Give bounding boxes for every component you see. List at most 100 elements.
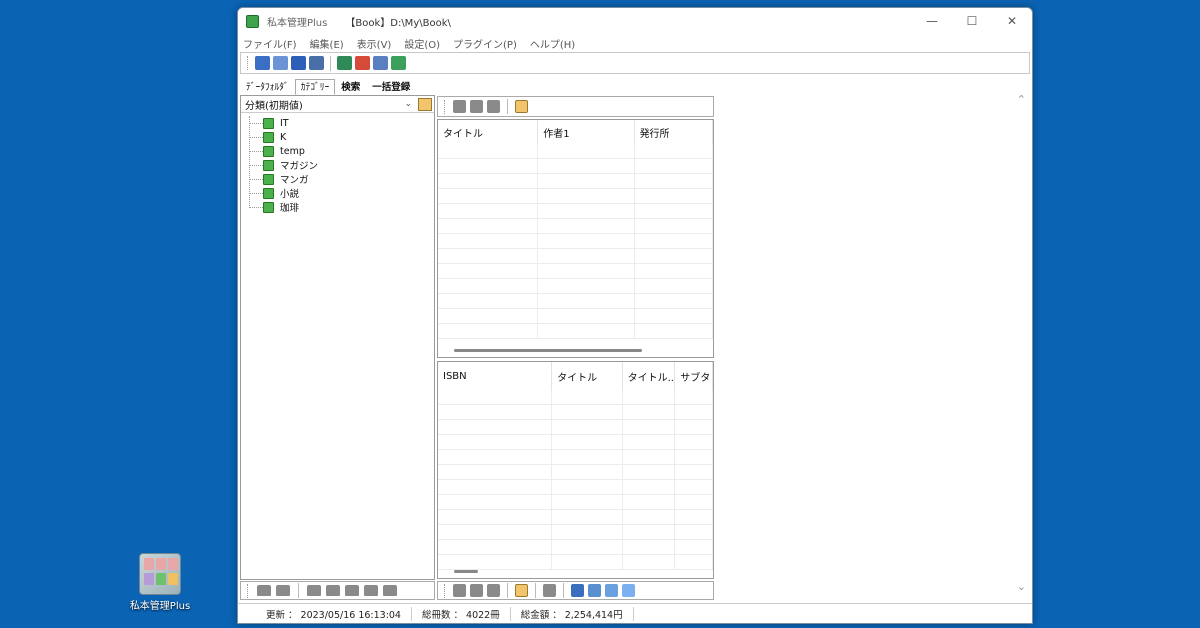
app-title: 私本管理Plus	[267, 17, 328, 29]
lower-isbn-grid: ISBN タイトル タイトル... サブタ	[437, 361, 714, 579]
close-button[interactable]: ✕	[992, 8, 1032, 34]
export-icon[interactable]	[309, 56, 324, 70]
tree-item[interactable]: IT	[244, 116, 434, 130]
app-icon	[246, 14, 259, 28]
tree-item[interactable]: 小説	[244, 186, 434, 200]
tree-item[interactable]: 珈琲	[244, 200, 434, 214]
upper-book-grid: タイトル 作者1 発行所	[437, 119, 714, 358]
category-tree: IT K temp マガジン マンガ 小説 珈琲	[241, 113, 434, 214]
tree-item[interactable]: マガジン	[244, 158, 434, 172]
horizontal-scrollbar[interactable]	[454, 570, 478, 573]
sort-icon[interactable]	[605, 584, 618, 597]
scroll-down-icon[interactable]: ⌄	[1017, 580, 1026, 593]
folder-move-icon[interactable]	[364, 585, 378, 596]
chart-icon[interactable]	[355, 56, 370, 70]
tree-item-label: マガジン	[280, 161, 319, 172]
tree-item-label: temp	[280, 145, 305, 157]
tab-category[interactable]: ｶﾃｺﾞﾘｰ	[294, 79, 336, 95]
left-tabs: ﾃﾞｰﾀﾌｫﾙﾀﾞ ｶﾃｺﾞﾘｰ 検索 一括登録	[240, 78, 435, 95]
isbn-toolbar	[437, 581, 714, 600]
horizontal-scrollbar[interactable]	[454, 349, 642, 352]
tree-item-label: マンガ	[280, 175, 309, 186]
window-path: 【Book】D:\My\Book\	[345, 17, 451, 29]
main-toolbar	[240, 52, 1030, 74]
menu-bar: ファイル(F) 編集(E) 表示(V) 設定(O) プラグイン(P) ヘルプ(H…	[238, 34, 1032, 52]
grid-view-icon[interactable]	[571, 584, 584, 597]
column-header-subtitle[interactable]: サブタ	[675, 362, 713, 390]
detail-pane	[716, 78, 1032, 600]
book-add-icon[interactable]	[453, 584, 466, 597]
copy-icon[interactable]	[273, 56, 288, 70]
status-total-amount: 総金額 ： 2,254,414円	[511, 606, 634, 621]
book-icon	[263, 201, 274, 213]
filter-icon[interactable]	[622, 584, 635, 597]
menu-edit[interactable]: 編集(E)	[310, 36, 344, 51]
status-bar: 更新 ： 2023/05/16 16:13:04 総冊数 ： 4022冊 総金額…	[238, 603, 1032, 623]
book-add-icon[interactable]	[453, 100, 466, 113]
tree-item-label: IT	[280, 117, 289, 129]
book-icon	[263, 117, 274, 129]
column-header-title[interactable]: タイトル	[438, 120, 539, 144]
book-delete-icon[interactable]	[487, 100, 500, 113]
new-icon[interactable]	[255, 56, 270, 70]
window-icon[interactable]	[373, 56, 388, 70]
edit-book-icon[interactable]	[543, 584, 556, 597]
book-icon	[263, 131, 274, 143]
folder-icon[interactable]	[257, 585, 271, 596]
minimize-button[interactable]: —	[912, 8, 952, 34]
tab-bulk-register[interactable]: 一括登録	[366, 79, 416, 95]
tree-item-label: 珈琲	[280, 203, 300, 214]
toolbar-grip[interactable]	[247, 56, 249, 70]
export-book-icon[interactable]	[515, 584, 528, 597]
folder-sort-icon[interactable]	[383, 585, 397, 596]
refresh-icon[interactable]	[391, 56, 406, 70]
status-updated: 更新 ： 2023/05/16 16:13:04	[256, 606, 412, 621]
status-total-books: 総冊数 ： 4022冊	[412, 606, 511, 621]
column-header-author[interactable]: 作者1	[538, 120, 635, 144]
book-edit-icon[interactable]	[470, 100, 483, 113]
category-select[interactable]: 分類(初期値) ⌄	[241, 96, 434, 113]
export-book-icon[interactable]	[515, 100, 528, 113]
column-header-title-reading[interactable]: タイトル...	[623, 362, 676, 390]
book-list-toolbar	[437, 96, 714, 117]
chevron-down-icon[interactable]: ⌄	[404, 99, 412, 109]
scroll-up-icon[interactable]: ⌃	[1017, 93, 1026, 106]
maximize-button[interactable]: ☐	[952, 8, 992, 34]
folder-delete-icon[interactable]	[345, 585, 359, 596]
book-edit-icon[interactable]	[470, 584, 483, 597]
title-bar: 私本管理Plus 【Book】D:\My\Book\ — ☐ ✕	[238, 8, 1032, 34]
tab-data-folder[interactable]: ﾃﾞｰﾀﾌｫﾙﾀﾞ	[240, 79, 295, 95]
tree-item[interactable]: temp	[244, 144, 434, 158]
middle-pane: タイトル 作者1 発行所 ISBN タイトル タイトル... サブタ	[437, 96, 714, 600]
tree-item[interactable]: マンガ	[244, 172, 434, 186]
folder-open-icon[interactable]	[276, 585, 290, 596]
shortcut-label: 私本管理Plus	[129, 601, 191, 612]
column-header-title[interactable]: タイトル	[552, 362, 623, 390]
book-delete-icon[interactable]	[487, 584, 500, 597]
column-header-publisher[interactable]: 発行所	[635, 120, 713, 144]
menu-help[interactable]: ヘルプ(H)	[530, 36, 575, 51]
app-shortcut-icon	[139, 553, 181, 595]
tree-item-label: 小説	[280, 189, 300, 200]
menu-plugin[interactable]: プラグイン(P)	[453, 36, 517, 51]
book-icon	[263, 187, 274, 199]
tree-icon[interactable]	[337, 56, 352, 70]
desktop-app-shortcut[interactable]: 私本管理Plus	[126, 553, 194, 612]
detail-view-icon[interactable]	[588, 584, 601, 597]
book-icon	[263, 173, 274, 185]
folder-edit-icon[interactable]	[326, 585, 340, 596]
book-icon	[263, 145, 274, 157]
category-panel: 分類(初期値) ⌄ IT K temp マガジン マンガ 小説 珈琲	[240, 95, 435, 580]
folder-add-icon[interactable]	[307, 585, 321, 596]
tab-search[interactable]: 検索	[335, 79, 366, 95]
menu-file[interactable]: ファイル(F)	[243, 36, 297, 51]
category-action-icon[interactable]	[418, 97, 432, 111]
book-icon	[263, 159, 274, 171]
import-icon[interactable]	[291, 56, 306, 70]
tree-item[interactable]: K	[244, 130, 434, 144]
left-footer-toolbar	[240, 581, 435, 600]
tree-item-label: K	[280, 131, 287, 143]
column-header-isbn[interactable]: ISBN	[438, 362, 553, 390]
menu-settings[interactable]: 設定(O)	[404, 36, 440, 51]
menu-view[interactable]: 表示(V)	[357, 36, 392, 51]
